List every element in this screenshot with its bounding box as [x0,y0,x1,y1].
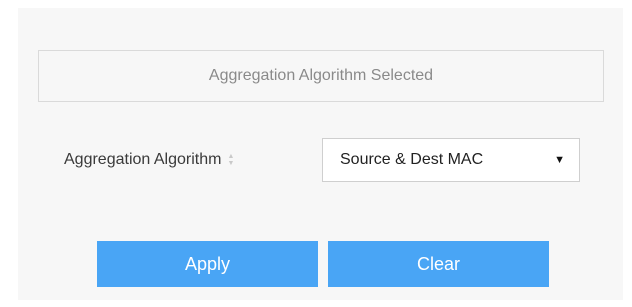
select-value: Source & Dest MAC [340,151,484,168]
sort-icon[interactable]: ▲ ▼ [227,153,234,167]
sort-up-icon: ▲ [227,153,235,160]
apply-button-label: Apply [184,253,231,274]
clear-button[interactable]: Clear [328,241,549,287]
aggregation-algorithm-label-row: Aggregation Algorithm ▲ ▼ [64,148,234,172]
aggregation-algorithm-select[interactable]: Source & Dest MAC ▼ [322,138,580,182]
apply-button[interactable]: Apply [97,241,318,287]
aggregation-algorithm-label: Aggregation Algorithm [64,151,222,168]
clear-button-label: Clear [416,253,460,274]
section-header-title: Aggregation Algorithm Selected [208,67,434,84]
section-header: Aggregation Algorithm Selected [38,50,604,102]
triangle-down-icon[interactable]: ▼ [554,154,565,166]
sort-down-icon: ▼ [227,160,235,167]
